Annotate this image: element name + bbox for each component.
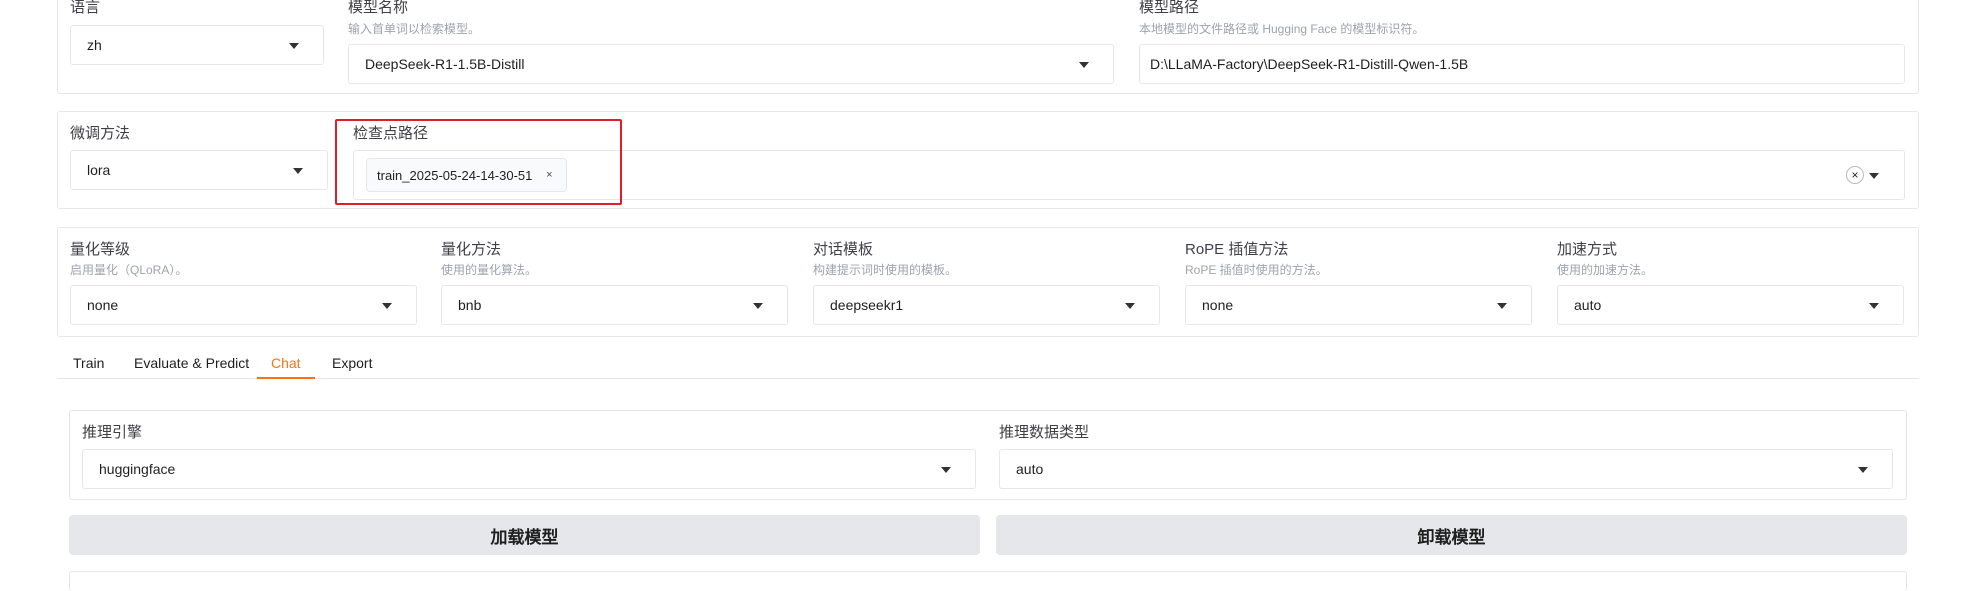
chevron-down-icon[interactable] <box>1869 173 1879 179</box>
clear-icon[interactable]: × <box>1846 166 1864 184</box>
infer-backend-value: huggingface <box>99 461 176 477</box>
chevron-down-icon <box>1869 303 1879 309</box>
model-name-hint: 输入首单词以检索模型。 <box>348 22 481 36</box>
model-name-value: DeepSeek-R1-1.5B-Distill <box>365 56 525 72</box>
chevron-down-icon <box>753 303 763 309</box>
booster-value: auto <box>1574 297 1602 313</box>
infer-dtype-select[interactable]: auto <box>999 449 1893 489</box>
template-value: deepseekr1 <box>830 297 904 313</box>
chevron-down-icon <box>1858 467 1868 473</box>
quantization-bit-value: none <box>87 297 119 313</box>
chevron-down-icon <box>293 168 303 174</box>
chevron-down-icon <box>941 467 951 473</box>
quantization-method-value: bnb <box>458 297 482 313</box>
template-select[interactable]: deepseekr1 <box>813 285 1160 325</box>
chevron-down-icon <box>1079 62 1089 68</box>
finetune-method-select[interactable]: lora <box>70 150 328 190</box>
infer-backend-select[interactable]: huggingface <box>82 449 976 489</box>
tab-export[interactable]: Export <box>332 355 372 371</box>
language-value: zh <box>87 37 102 53</box>
rope-scaling-select[interactable]: none <box>1185 285 1532 325</box>
model-path-hint: 本地模型的文件路径或 Hugging Face 的模型标识符。 <box>1139 22 1425 36</box>
finetune-method-label: 微调方法 <box>70 125 131 142</box>
model-name-select[interactable]: DeepSeek-R1-1.5B-Distill <box>348 44 1114 84</box>
model-path-input[interactable]: D:\LLaMA-Factory\DeepSeek-R1-Distill-Qwe… <box>1139 44 1905 84</box>
chevron-down-icon <box>1497 303 1507 309</box>
infer-dtype-value: auto <box>1016 461 1044 477</box>
unload-model-button[interactable]: 卸载模型 <box>996 515 1907 555</box>
load-model-button[interactable]: 加载模型 <box>69 515 980 555</box>
tab-evaluate-predict[interactable]: Evaluate & Predict <box>134 355 249 371</box>
language-label: 语言 <box>70 0 101 16</box>
quantization-bit-select[interactable]: none <box>70 285 417 325</box>
model-name-label: 模型名称 <box>348 0 409 16</box>
booster-hint: 使用的加速方法。 <box>1557 263 1654 277</box>
chevron-down-icon <box>382 303 392 309</box>
active-tab-underline <box>257 377 315 379</box>
quantization-method-select[interactable]: bnb <box>441 285 788 325</box>
template-hint: 构建提示词时使用的模板。 <box>813 263 958 277</box>
quantization-method-hint: 使用的量化算法。 <box>441 263 538 277</box>
model-path-value: D:\LLaMA-Factory\DeepSeek-R1-Distill-Qwe… <box>1150 56 1469 72</box>
infer-backend-label: 推理引擎 <box>82 424 143 441</box>
rope-scaling-value: none <box>1202 297 1234 313</box>
highlight-box <box>335 119 622 205</box>
tab-chat[interactable]: Chat <box>271 355 301 371</box>
language-select[interactable]: zh <box>70 25 324 65</box>
chevron-down-icon <box>289 43 299 49</box>
chat-panel-partial <box>69 571 1907 591</box>
booster-select[interactable]: auto <box>1557 285 1904 325</box>
quantization-method-label: 量化方法 <box>441 241 502 258</box>
rope-scaling-hint: RoPE 插值时使用的方法。 <box>1185 263 1328 277</box>
template-label: 对话模板 <box>813 241 874 258</box>
tab-bar-divider <box>57 378 1919 379</box>
model-path-label: 模型路径 <box>1139 0 1200 16</box>
rope-scaling-label: RoPE 插值方法 <box>1185 241 1289 258</box>
finetune-method-value: lora <box>87 162 111 178</box>
booster-label: 加速方式 <box>1557 241 1618 258</box>
quantization-bit-label: 量化等级 <box>70 241 131 258</box>
infer-dtype-label: 推理数据类型 <box>999 424 1090 441</box>
quantization-bit-hint: 启用量化（QLoRA）。 <box>70 263 188 277</box>
chevron-down-icon <box>1125 303 1135 309</box>
tab-train[interactable]: Train <box>73 355 104 371</box>
